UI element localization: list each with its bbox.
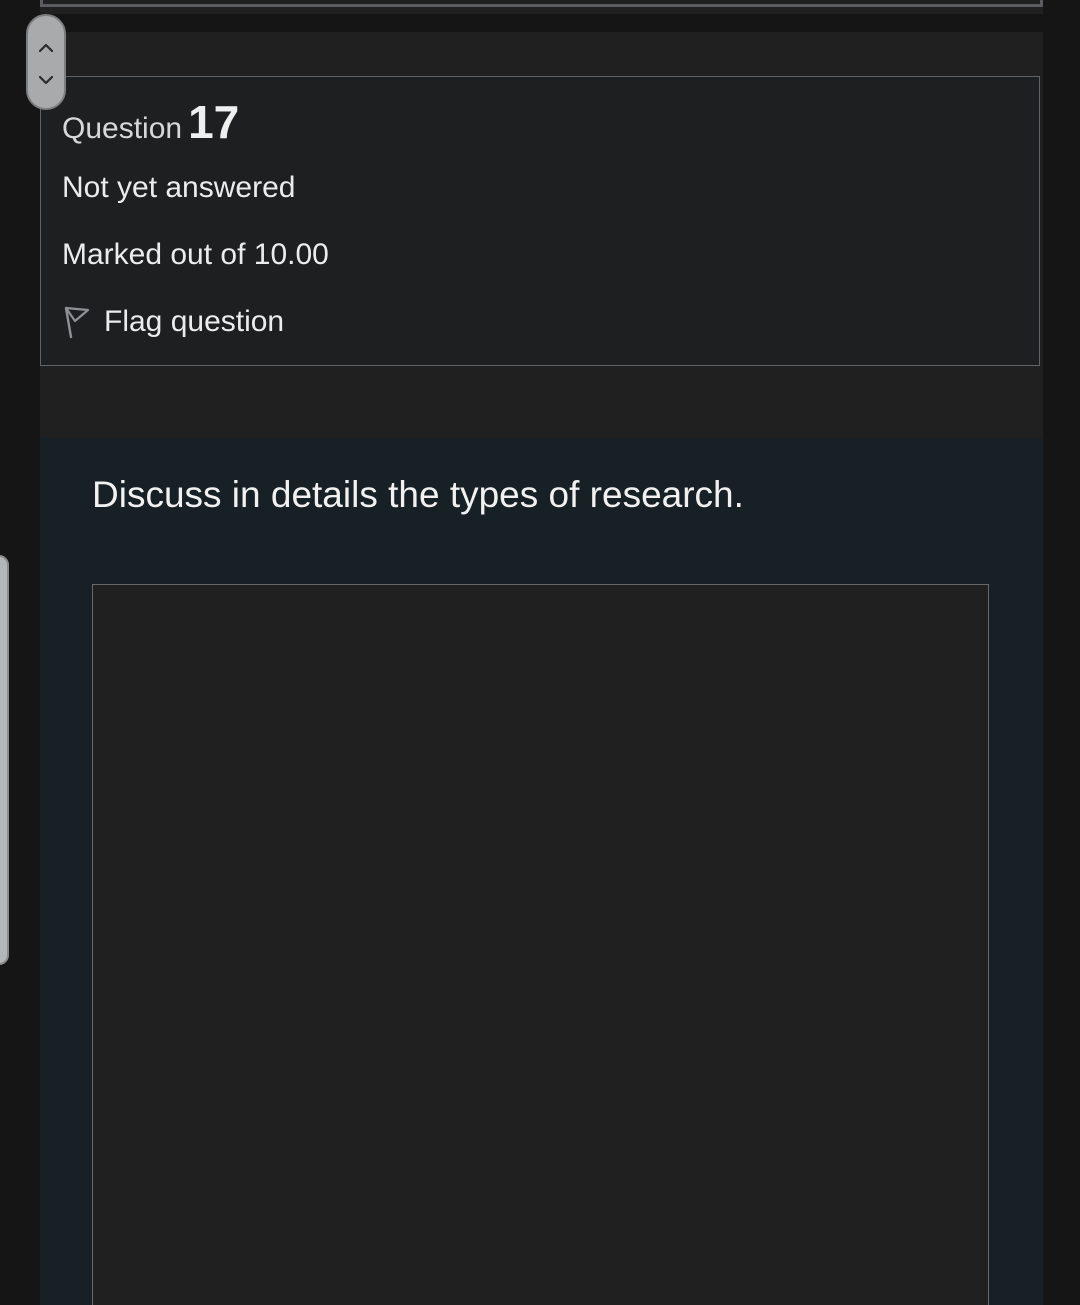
chevron-down-icon — [37, 73, 55, 91]
question-content-panel: Discuss in details the types of research… — [40, 438, 1043, 1305]
flag-icon — [62, 305, 90, 339]
scroll-down-button[interactable] — [28, 62, 64, 102]
question-label: Question — [62, 112, 183, 145]
chevron-up-icon — [37, 41, 55, 59]
navigation-scroll-control — [26, 14, 66, 110]
question-status: Not yet answered — [62, 171, 296, 204]
answer-textarea[interactable] — [92, 584, 989, 1305]
question-marks: Marked out of 10.00 — [62, 238, 329, 271]
previous-question-box-edge — [40, 0, 1043, 7]
side-drawer-handle[interactable] — [0, 555, 9, 965]
question-number: 17 — [188, 96, 240, 148]
quiz-page: Question 17 Not yet answered Marked out o… — [0, 0, 1080, 1305]
question-separator — [40, 14, 1043, 32]
flag-question-toggle[interactable]: Flag question — [62, 305, 284, 339]
question-text: Discuss in details the types of research… — [92, 474, 744, 515]
flag-question-label: Flag question — [104, 305, 285, 338]
question-info-box: Question 17 Not yet answered Marked out o… — [40, 76, 1040, 366]
question-heading: Question 17 — [62, 95, 239, 149]
